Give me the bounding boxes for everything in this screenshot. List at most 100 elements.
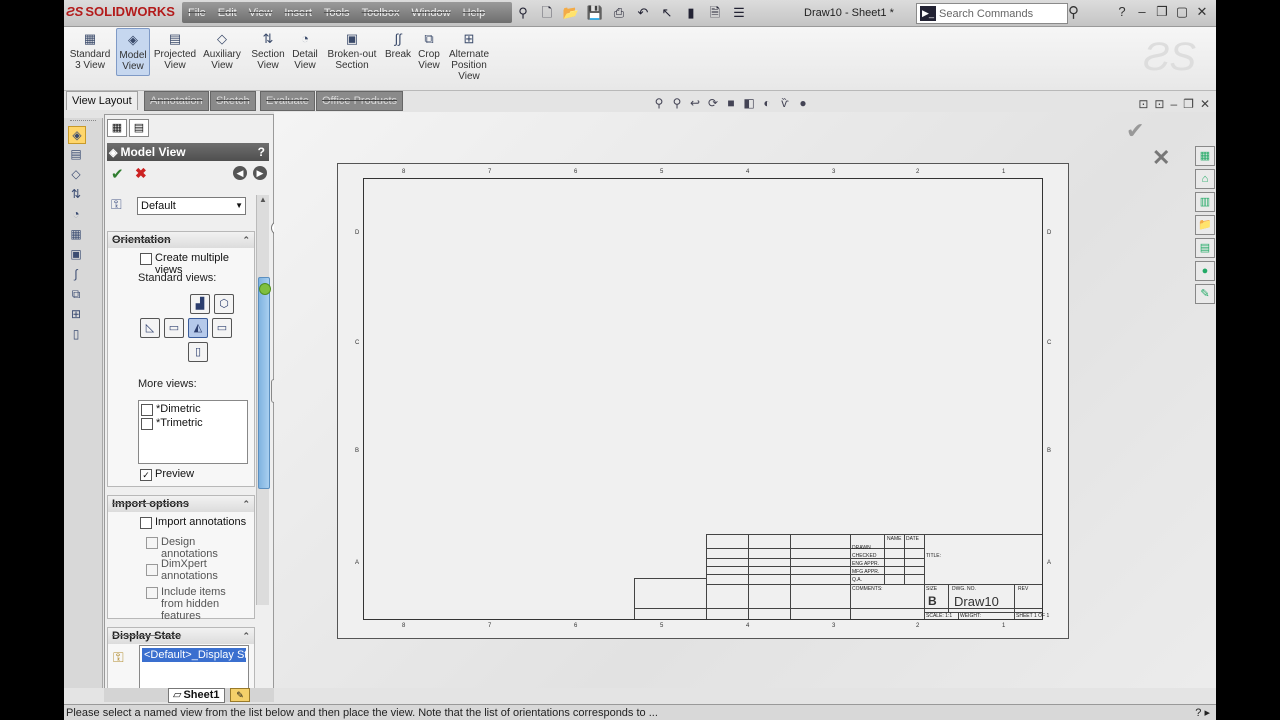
view-orientation-icon[interactable]: ◧ xyxy=(742,96,756,110)
tile-vertical-icon[interactable]: ⊡ xyxy=(1154,97,1164,111)
maximize-icon[interactable]: ▢ xyxy=(1174,4,1190,20)
more-view-trimetric-checkbox[interactable]: *Trimetric xyxy=(141,417,203,430)
scroll-up-icon[interactable]: ▲ xyxy=(257,195,269,207)
save-icon[interactable]: 💾 xyxy=(586,4,604,22)
tab-view-layout[interactable]: View Layout xyxy=(66,91,138,110)
home-icon[interactable]: ⌂ xyxy=(1195,169,1215,189)
close-icon[interactable]: ✕ xyxy=(1194,4,1210,20)
orientation-header[interactable]: Orientation ⌃ xyxy=(108,232,254,248)
auxiliary-view-icon[interactable]: ◇ xyxy=(68,166,84,182)
back-icon[interactable]: ◀ xyxy=(233,166,247,180)
undo-icon[interactable]: ↶ xyxy=(634,4,652,22)
panel-scrollbar[interactable]: ▲ xyxy=(256,195,270,605)
menu-tools[interactable]: Tools xyxy=(318,7,356,19)
menu-insert[interactable]: Insert xyxy=(278,7,318,19)
menu-edit[interactable]: Edit xyxy=(212,7,243,19)
alternate-position-view-button[interactable]: ⊞ Alternate Position View xyxy=(446,31,492,82)
section-view-icon[interactable]: ⇅ xyxy=(68,186,84,202)
display-state-header[interactable]: Display State ⌃ xyxy=(108,628,254,644)
view-left-icon[interactable]: ◺ xyxy=(140,318,160,338)
design-library-icon[interactable]: ▥ xyxy=(1195,192,1215,212)
standard-3-view-icon[interactable]: ▦ xyxy=(68,226,84,242)
tab-sketch[interactable]: Sketch xyxy=(210,91,256,111)
empty-view-icon[interactable]: ▯ xyxy=(68,326,84,342)
named-view-select[interactable]: Default ▼ xyxy=(137,197,246,215)
view-isometric-icon[interactable]: ⬡ xyxy=(214,294,234,314)
scrollbar-thumb[interactable] xyxy=(258,277,270,489)
view-right-icon[interactable]: ◭ xyxy=(188,318,208,338)
restore-icon[interactable]: ❐ xyxy=(1154,4,1170,20)
open-folder-icon[interactable]: 📂 xyxy=(562,4,580,22)
search-icon[interactable]: ⚲ xyxy=(1068,3,1079,21)
print-icon[interactable]: ⎙ xyxy=(610,4,628,22)
next-icon[interactable]: ▶ xyxy=(253,166,267,180)
menu-window[interactable]: Window xyxy=(405,7,456,19)
model-view-button[interactable]: ◈ Model View xyxy=(116,28,150,76)
help-icon[interactable]: ? xyxy=(258,143,265,161)
section-view-toggle-icon[interactable]: ■ xyxy=(724,96,738,110)
menu-toolbox[interactable]: Toolbox xyxy=(356,7,406,19)
minimize-icon[interactable]: – xyxy=(1134,4,1150,20)
search-commands-field[interactable]: ▶_ Search Commands xyxy=(916,3,1068,24)
graphics-area[interactable]: 8 7 6 5 4 3 2 1 8 7 6 5 4 3 2 1 D C B A … xyxy=(274,112,1216,688)
tab-annotation[interactable]: Annotation xyxy=(144,91,209,111)
hide-show-icon[interactable]: ѷ xyxy=(778,96,792,110)
view-back-icon[interactable]: ▭ xyxy=(212,318,232,338)
broken-out-section-icon[interactable]: ▣ xyxy=(68,246,84,262)
doc-restore-icon[interactable]: ❐ xyxy=(1183,97,1194,111)
pin-icon[interactable]: ⚲ xyxy=(514,4,532,22)
cancel-x-icon[interactable]: ✖ xyxy=(135,165,147,182)
display-style-icon[interactable]: ◐ xyxy=(760,96,774,110)
doc-close-icon[interactable]: ✕ xyxy=(1200,97,1210,111)
more-view-dimetric-checkbox[interactable]: *Dimetric xyxy=(141,403,201,416)
zoom-to-fit-icon[interactable]: ⚲ xyxy=(652,96,666,110)
crop-view-icon[interactable]: ⧉ xyxy=(68,286,84,302)
property-manager-tab-icon[interactable]: ▤ xyxy=(129,119,149,137)
new-document-icon[interactable]: 🗋 xyxy=(538,4,556,22)
import-annotations-checkbox[interactable]: Import annotations xyxy=(140,516,246,529)
view-palette-icon[interactable]: ▤ xyxy=(1195,238,1215,258)
options-icon[interactable]: ☰ xyxy=(730,4,748,22)
model-view-icon[interactable]: ◈ xyxy=(68,126,86,144)
include-hidden-features-checkbox[interactable]: Include items from hidden features xyxy=(146,586,250,622)
menu-help[interactable]: Help xyxy=(457,7,492,19)
detail-view-icon[interactable]: ◔ xyxy=(68,206,84,222)
confirmation-ok-icon[interactable]: ✔ xyxy=(1126,118,1144,144)
section-view-button[interactable]: ⇅ Section View xyxy=(250,31,286,71)
menu-file[interactable]: File xyxy=(182,7,212,19)
import-options-header[interactable]: Import options ⌃ xyxy=(108,496,254,512)
ok-check-icon[interactable]: ✔ xyxy=(111,165,124,183)
previous-view-icon[interactable]: ↩ xyxy=(688,96,702,110)
projected-view-icon[interactable]: ▤ xyxy=(68,146,84,162)
zoom-to-area-icon[interactable]: ⚲ xyxy=(670,96,684,110)
dimxpert-annotations-checkbox[interactable]: DimXpert annotations xyxy=(146,558,246,582)
status-help-icon[interactable]: ? ▸ xyxy=(1195,705,1210,720)
view-front-icon[interactable]: ▭ xyxy=(164,318,184,338)
file-explorer-icon[interactable]: 📁 xyxy=(1195,215,1215,235)
rotate-icon[interactable]: ⟳ xyxy=(706,96,720,110)
tab-office-products[interactable]: Office Products xyxy=(316,91,403,111)
file-properties-icon[interactable]: 🗎 xyxy=(706,4,724,22)
rebuild-icon[interactable]: ▮ xyxy=(682,4,700,22)
add-sheet-icon[interactable]: ✎ xyxy=(230,688,250,702)
tab-evaluate[interactable]: Evaluate xyxy=(260,91,315,111)
detail-view-button[interactable]: ◔ Detail View xyxy=(290,31,320,71)
appearances-icon[interactable]: ● xyxy=(1195,261,1215,281)
design-annotations-checkbox[interactable]: Design annotations xyxy=(146,536,254,560)
crop-view-button[interactable]: ⧉ Crop View xyxy=(416,31,442,71)
standard-3-view-button[interactable]: ▦ Standard 3 View xyxy=(68,31,112,71)
help-icon[interactable]: ? xyxy=(1114,4,1130,20)
display-state-item[interactable]: <Default>_Display Stat xyxy=(142,648,246,662)
drawing-sheet[interactable]: 8 7 6 5 4 3 2 1 8 7 6 5 4 3 2 1 D C B A … xyxy=(337,163,1069,639)
solidworks-resources-icon[interactable]: ▦ xyxy=(1195,146,1215,166)
preview-checkbox[interactable]: ✓ Preview xyxy=(140,468,194,481)
confirmation-cancel-icon[interactable]: ✕ xyxy=(1152,145,1170,171)
view-bottom-icon[interactable]: ▯ xyxy=(188,342,208,362)
broken-out-section-button[interactable]: ▣ Broken-out Section xyxy=(326,31,378,71)
solidworks-logo[interactable]: ƧS SOLIDWORKS xyxy=(66,4,175,19)
appearance-icon[interactable]: ● xyxy=(796,96,810,110)
feature-manager-tab-icon[interactable]: ▦ xyxy=(107,119,127,137)
alternate-position-view-icon[interactable]: ⊞ xyxy=(68,306,84,322)
sheet1-tab[interactable]: ▱ Sheet1 xyxy=(168,688,225,703)
select-pointer-icon[interactable]: ↖ xyxy=(658,4,676,22)
